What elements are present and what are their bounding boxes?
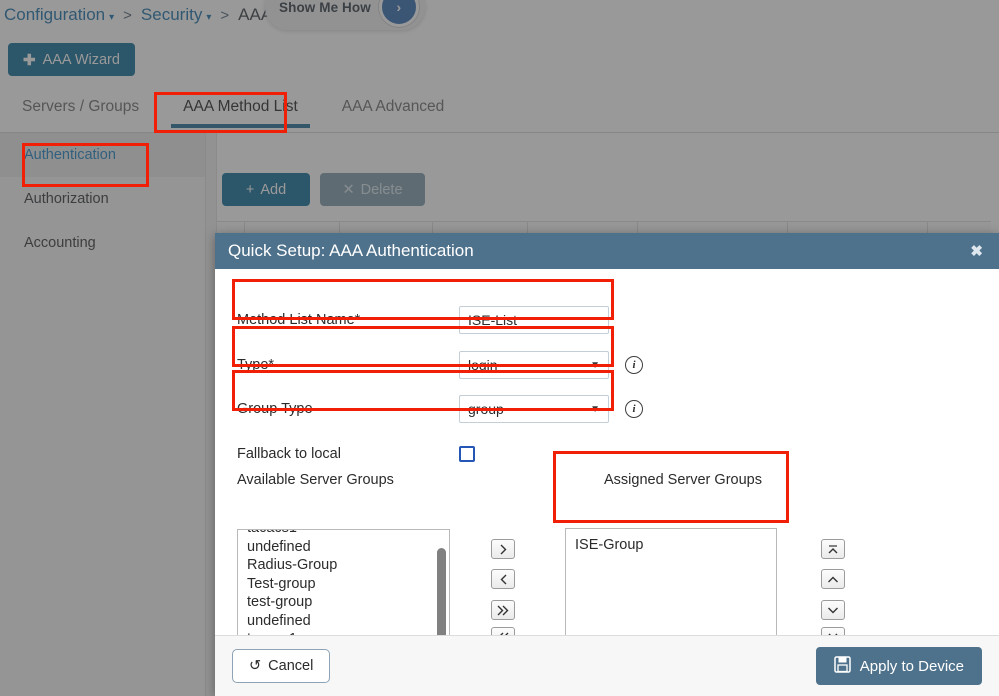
list-item[interactable]: ISE-Group <box>566 529 776 556</box>
undo-icon: ↺ <box>249 658 262 674</box>
available-server-groups-label: Available Server Groups <box>237 472 394 488</box>
app-root: Configuration ▾ > Security ▾ > AAA Show … <box>0 0 999 696</box>
type-select[interactable]: login ▼ <box>459 351 609 379</box>
field-group-type: Group Type group ▼ i <box>237 394 643 424</box>
assigned-server-groups-label: Assigned Server Groups <box>604 472 762 488</box>
list-item[interactable]: undefined <box>238 538 449 557</box>
group-type-select-value: group <box>468 401 504 417</box>
list-item[interactable]: undefined <box>238 612 449 631</box>
dialog-title: Quick Setup: AAA Authentication <box>228 241 474 260</box>
apply-to-device-button[interactable]: Apply to Device <box>815 647 982 685</box>
move-right-button[interactable] <box>491 539 515 559</box>
move-left-button[interactable] <box>491 569 515 589</box>
chevron-down-icon: ▼ <box>590 403 600 415</box>
field-fallback-to-local: Fallback to local <box>237 439 475 469</box>
chevron-down-icon: ▼ <box>590 359 600 371</box>
info-icon[interactable]: i <box>625 400 643 418</box>
move-up-button[interactable] <box>821 569 845 589</box>
list-item[interactable]: Radius-Group <box>238 556 449 575</box>
cancel-button-label: Cancel <box>268 658 314 674</box>
info-icon[interactable]: i <box>625 356 643 374</box>
move-all-right-button[interactable] <box>491 600 515 620</box>
quick-setup-dialog: Quick Setup: AAA Authentication ✖ Method… <box>215 233 999 696</box>
save-icon <box>834 655 851 677</box>
field-method-list-name: Method List Name* ISE-List <box>237 305 609 335</box>
cancel-button[interactable]: ↺ Cancel <box>232 649 331 683</box>
apply-to-device-label: Apply to Device <box>859 657 964 675</box>
type-select-value: login <box>468 357 498 373</box>
dialog-footer: ↺ Cancel Apply to Device <box>215 635 999 696</box>
list-item[interactable]: test-group <box>238 593 449 612</box>
fallback-to-local-checkbox[interactable] <box>459 446 475 462</box>
group-type-select[interactable]: group ▼ <box>459 395 609 423</box>
field-type: Type* login ▼ i <box>237 350 643 380</box>
close-icon[interactable]: ✖ <box>968 242 985 260</box>
dialog-body: Method List Name* ISE-List Type* login ▼… <box>215 269 999 635</box>
group-type-label: Group Type <box>237 401 313 417</box>
move-all-left-button[interactable] <box>491 627 515 635</box>
list-item[interactable]: Test-group <box>238 575 449 594</box>
list-item[interactable]: tacacs1 <box>238 630 449 635</box>
method-list-name-input[interactable]: ISE-List <box>459 306 609 334</box>
move-down-button[interactable] <box>821 600 845 620</box>
dialog-header: Quick Setup: AAA Authentication ✖ <box>215 233 999 269</box>
move-to-top-button[interactable] <box>821 539 845 559</box>
available-list-scrollbar[interactable] <box>437 548 446 635</box>
assigned-server-groups-list[interactable]: ISE-Group <box>565 528 777 635</box>
type-label: Type* <box>237 357 275 373</box>
move-to-bottom-button[interactable] <box>821 627 845 635</box>
method-list-name-label: Method List Name* <box>237 312 361 328</box>
available-server-groups-list[interactable]: tacacs1 undefined Radius-Group Test-grou… <box>237 529 450 635</box>
list-item[interactable]: tacacs1 <box>238 530 449 538</box>
fallback-to-local-label: Fallback to local <box>237 446 341 462</box>
